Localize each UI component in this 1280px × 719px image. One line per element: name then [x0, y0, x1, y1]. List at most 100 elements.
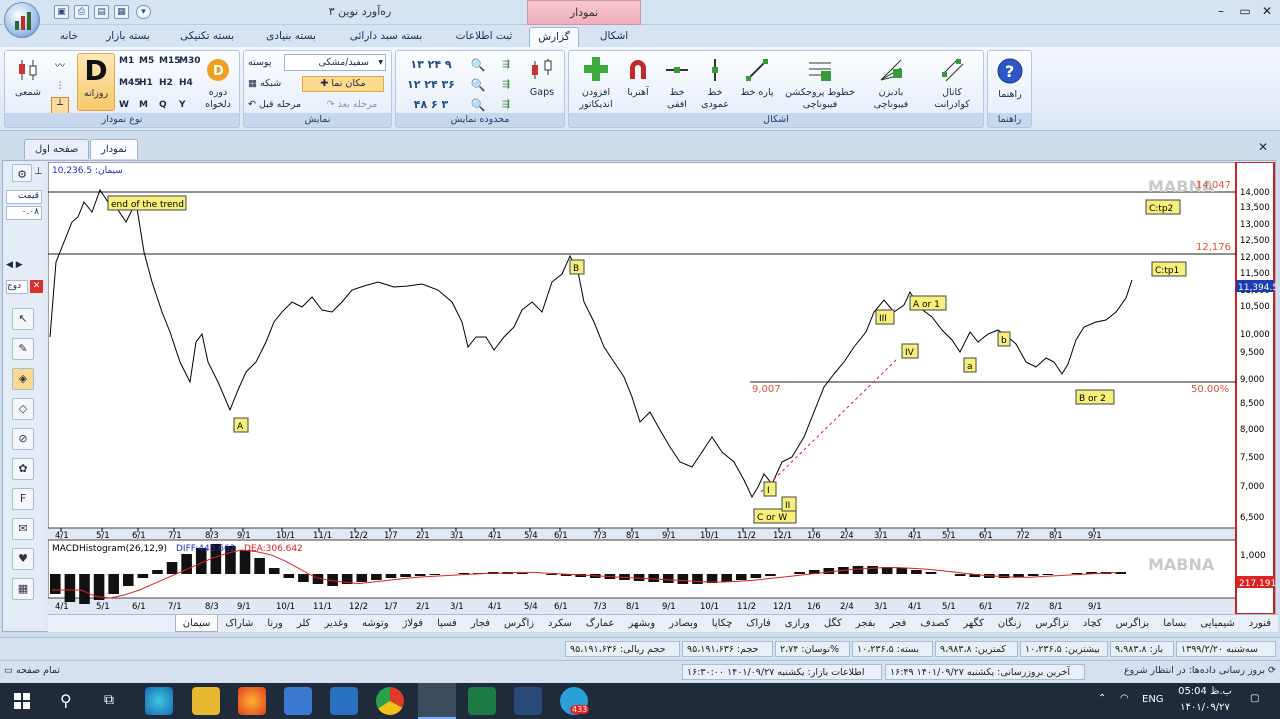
interval-m1[interactable]: M1 — [119, 55, 134, 67]
scroll-buttons[interactable]: ⇶ ⇶ ⇶ — [494, 55, 518, 115]
lang-indicator[interactable]: ENG — [1142, 694, 1164, 705]
close-icon[interactable]: ✕ — [1258, 3, 1276, 20]
tab-shapes[interactable]: اشکال — [592, 27, 636, 47]
tab-report[interactable]: گزارش — [529, 27, 579, 47]
sheet-tab[interactable]: ورازی — [778, 615, 817, 632]
sheet-tab[interactable]: زنگان — [991, 615, 1029, 632]
sheet-tab[interactable]: ورنا — [260, 615, 290, 632]
interval-h1[interactable]: H1 — [139, 77, 153, 89]
fibo-projection-button[interactable]: خطوط پروجکشن فیبوناچی — [781, 57, 859, 111]
sheet-tab[interactable]: کصدف — [913, 615, 956, 632]
export-icon[interactable]: ▦ — [114, 5, 129, 19]
notification-icon[interactable]: ▢ — [1250, 693, 1259, 704]
tool-fib-icon[interactable]: ⊘ — [12, 428, 34, 450]
sheet-tab[interactable]: کچاد — [1076, 615, 1109, 632]
add-indicator-button[interactable]: افزودن اندیکاتور — [573, 55, 619, 111]
tab-fundamental[interactable]: بسته بنیادی — [256, 27, 326, 47]
sheet-tab[interactable]: تزاگرس — [1028, 615, 1076, 632]
sheet-tab[interactable]: بزاگرس — [1109, 615, 1157, 632]
tab-portfolio[interactable]: بسته سبد دارائی — [340, 27, 432, 47]
price-step-value[interactable]: ۰.۰۸ — [6, 206, 42, 220]
tool-text-icon[interactable]: ✿ — [12, 458, 34, 480]
sheet-tab[interactable]: سکرد — [541, 615, 579, 632]
custom-period-button[interactable]: D دوره دلخواه — [199, 57, 237, 111]
tool-table-icon[interactable]: ▦ — [12, 578, 34, 600]
sheet-tab[interactable]: فنورد — [1242, 615, 1278, 632]
zoom-buttons[interactable]: 🔍 🔍 🔍 — [468, 55, 488, 115]
tool-shapes2-icon[interactable]: ◇ — [12, 398, 34, 420]
clock-time[interactable]: 05:04 ب.ظ — [1175, 686, 1235, 697]
prev-step-button[interactable]: ↶ مرحله قبل — [248, 99, 312, 111]
windows-start-icon[interactable] — [14, 693, 30, 709]
sheet-tab[interactable]: فولاژ — [396, 615, 430, 632]
sheet-tab[interactable]: عمارگ — [579, 615, 622, 632]
mail-icon[interactable] — [330, 687, 358, 715]
excel-icon[interactable] — [468, 687, 496, 715]
remove-icon[interactable]: ✕ — [30, 280, 43, 293]
sheet-tab[interactable]: زاگرس — [497, 615, 541, 632]
next-step-button[interactable]: ↷ مرحله بعد — [320, 99, 384, 111]
sheet-tab[interactable]: وغدیر — [317, 615, 355, 632]
magnet-button[interactable]: آهنربا — [621, 57, 655, 99]
candle-button[interactable]: شمعی — [11, 57, 45, 99]
search-icon[interactable]: ⚲ — [60, 691, 72, 710]
cursor-button[interactable]: ✚ مکان نما — [302, 76, 384, 92]
tab-chart[interactable]: نمودار — [90, 139, 138, 159]
skin-select[interactable]: سفید/مشکی ▾ — [284, 54, 386, 71]
fullpage-button[interactable]: ▭ تمام صفحه — [4, 665, 60, 676]
line-chart-button[interactable]: 〰 ⫶ ┴ — [49, 57, 71, 115]
maximize-icon[interactable]: ▭ — [1236, 3, 1254, 20]
tool-note-icon[interactable]: ✉ — [12, 518, 34, 540]
sheet-tab[interactable]: فسپا — [430, 615, 464, 632]
dropdown-icon[interactable]: ▾ — [136, 5, 151, 19]
sheet-tab[interactable]: فجر — [883, 615, 914, 632]
tool-pencil-icon[interactable]: ✎ — [12, 338, 34, 360]
clock-date[interactable]: ۱۴۰۱/۰۹/۲۷ — [1175, 702, 1235, 713]
segment-button[interactable]: پاره خط — [737, 57, 777, 99]
save-icon[interactable]: ▣ — [54, 5, 69, 19]
tool-shapes-icon[interactable]: ◈ — [12, 368, 34, 390]
preview-icon[interactable]: ▤ — [94, 5, 109, 19]
sheet-tab[interactable]: بفجر — [849, 615, 883, 632]
interval-month[interactable]: M — [139, 99, 148, 111]
sheet-tab[interactable]: فاراک — [739, 615, 777, 632]
interval-m15[interactable]: M15 — [159, 55, 180, 67]
gaps-button[interactable]: Gaps — [524, 57, 560, 99]
wifi-icon[interactable]: ◠ — [1120, 693, 1129, 704]
sheet-tab[interactable]: وتوشه — [355, 615, 396, 632]
sheet-tab[interactable]: وبصادر — [662, 615, 705, 632]
task-view-icon[interactable]: ⧉ — [104, 692, 114, 708]
grid-toggle[interactable]: ▦ شبکه — [248, 78, 298, 90]
rahavard-app-icon[interactable] — [418, 683, 456, 719]
sheet-tab[interactable]: کگل — [817, 615, 849, 632]
sheet-tab[interactable]: شیمیایی — [1193, 615, 1241, 632]
hline-button[interactable]: خط افقی — [659, 57, 695, 111]
settings-icon[interactable]: ⚙ — [12, 164, 32, 182]
app-menu-button[interactable] — [4, 2, 40, 38]
file-explorer-icon[interactable] — [192, 687, 220, 715]
firefox-icon[interactable] — [238, 687, 266, 715]
interval-m5[interactable]: M5 — [139, 55, 154, 67]
tab-first-page[interactable]: صفحه اول — [24, 139, 90, 159]
tool-heart-icon[interactable]: ♥ — [12, 548, 34, 570]
annotation-box[interactable] — [763, 481, 777, 497]
store-icon[interactable] — [284, 687, 312, 715]
sheet-tab[interactable]: چکاپا — [705, 615, 740, 632]
edge-icon[interactable] — [145, 687, 173, 715]
sheet-tab[interactable]: فجار — [464, 615, 497, 632]
tab-technical[interactable]: بسته تکنیکی — [172, 27, 242, 47]
close-chart-icon[interactable]: ✕ — [1258, 140, 1268, 154]
scroll-arrows[interactable]: ◀ ▶ — [6, 260, 42, 272]
print-icon[interactable]: ⎙ — [74, 5, 89, 19]
interval-y[interactable]: Y — [179, 99, 186, 111]
interval-h2[interactable]: H2 — [159, 77, 173, 89]
chrome-icon[interactable] — [376, 687, 404, 715]
interval-w[interactable]: W — [119, 99, 129, 111]
tab-market[interactable]: بسته بازار — [98, 27, 158, 47]
vline-button[interactable]: خط عمودی — [697, 57, 733, 111]
sheet-tab[interactable]: سیمان — [174, 615, 219, 632]
interval-q[interactable]: Q — [159, 99, 167, 111]
price-chart[interactable]: 14,00013,50013,00012,50012,00011,50011,0… — [48, 162, 1276, 614]
sheet-tab[interactable]: کگهر — [956, 615, 990, 632]
tool-cursor-icon[interactable]: ↖ — [12, 308, 34, 330]
